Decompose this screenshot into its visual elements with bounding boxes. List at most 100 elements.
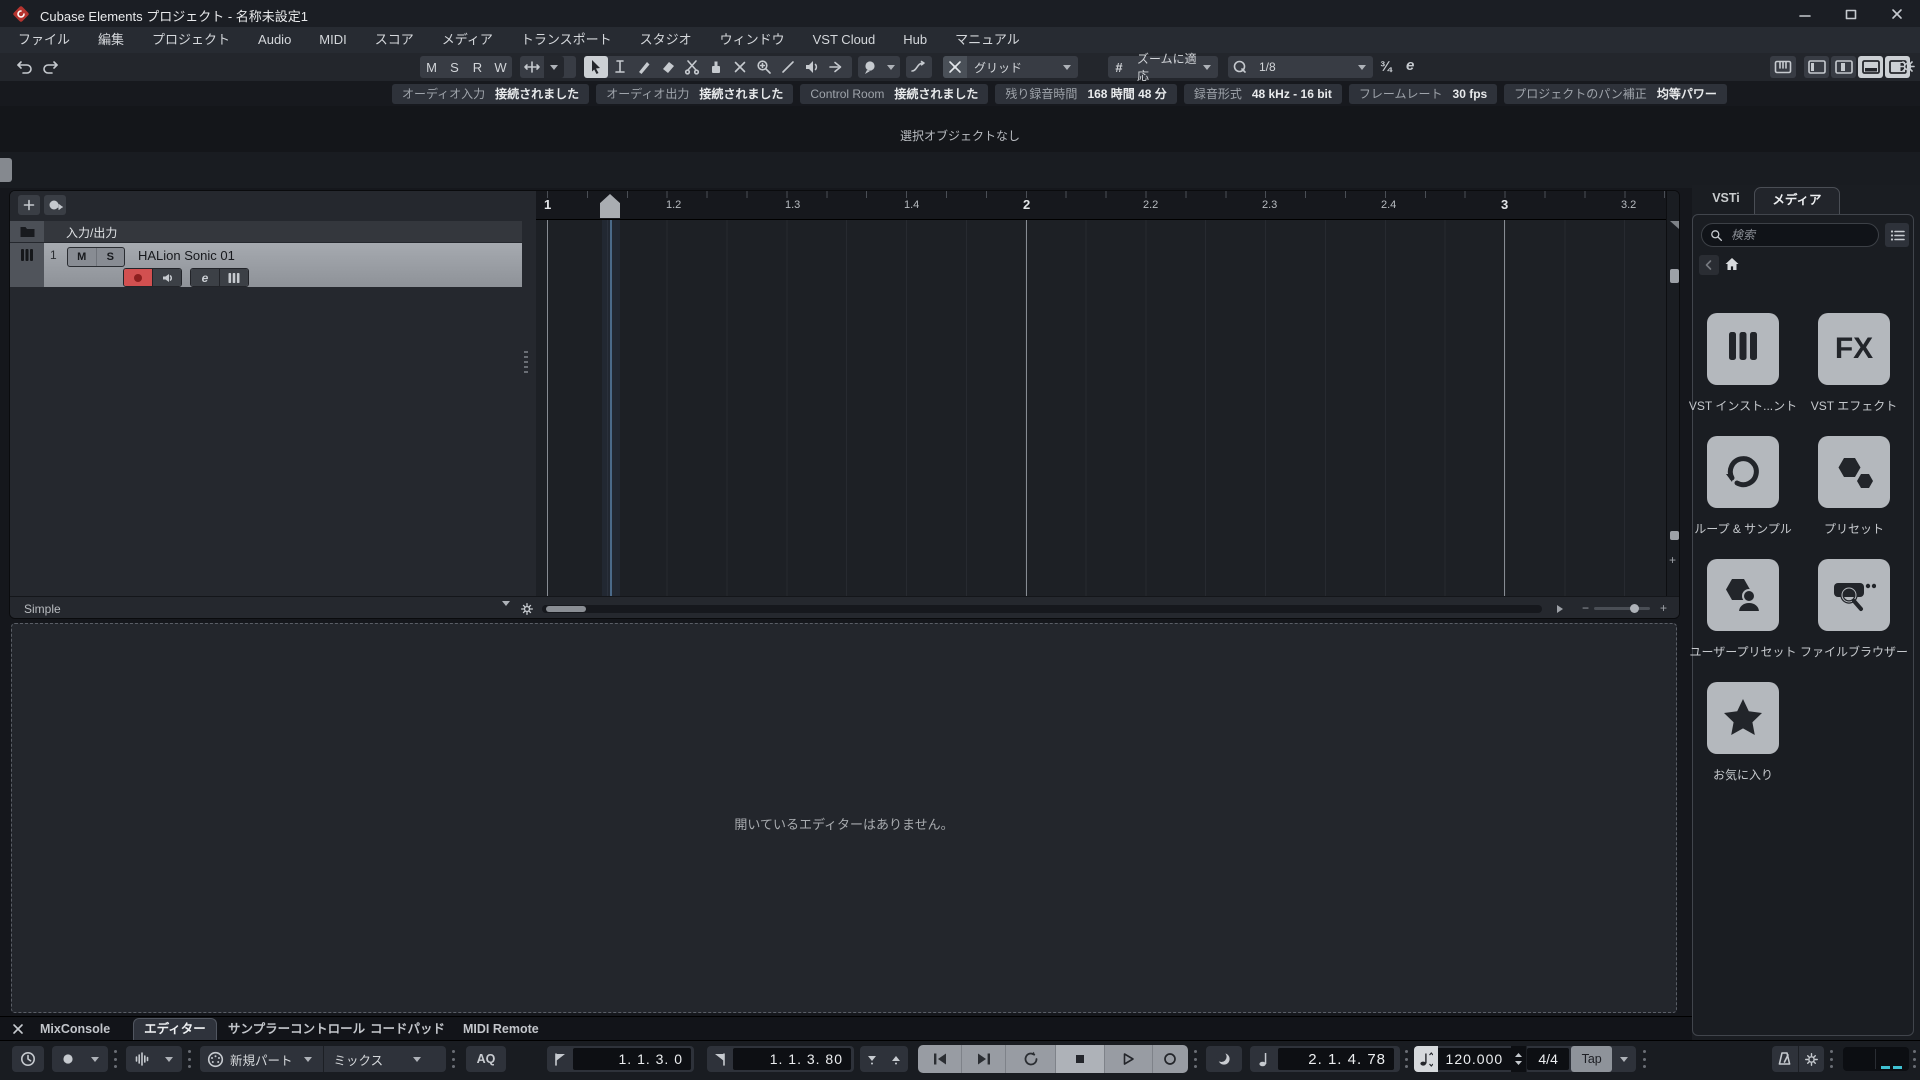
- range-tool-button[interactable]: [608, 56, 632, 78]
- track-mute-button[interactable]: M: [68, 248, 97, 266]
- punch-points-button[interactable]: [884, 1046, 908, 1072]
- cycle-button[interactable]: [1006, 1045, 1057, 1073]
- setup-toolbar-button[interactable]: [1899, 58, 1916, 75]
- snap-type-dropdown[interactable]: グリッド: [967, 59, 1078, 76]
- media-search-box[interactable]: [1701, 223, 1879, 247]
- tile-loops-samples[interactable]: [1707, 436, 1779, 508]
- right-locator-group[interactable]: 1. 1. 3. 80: [707, 1046, 854, 1072]
- midi-record-mode-group[interactable]: 新規パート ミックス: [200, 1046, 446, 1072]
- tile-presets[interactable]: [1818, 436, 1890, 508]
- tap-tempo-button[interactable]: Tap: [1570, 1046, 1613, 1072]
- time-display-group[interactable]: 2. 1. 4. 78: [1250, 1046, 1400, 1072]
- kebab-dots[interactable]: [1830, 1050, 1834, 1068]
- audio-record-mode-group[interactable]: [126, 1046, 182, 1072]
- zoom-slider-handle[interactable]: [1630, 604, 1639, 613]
- left-locator-value[interactable]: 1. 1. 3. 0: [573, 1048, 691, 1070]
- menu-edit[interactable]: 編集: [84, 27, 138, 53]
- menu-project[interactable]: プロジェクト: [138, 27, 244, 53]
- tempo-track-button[interactable]: [1414, 1046, 1438, 1072]
- track-list-splitter[interactable]: [523, 351, 529, 379]
- info-record-time[interactable]: 残り録音時間 168 時間 48 分: [995, 83, 1177, 104]
- menu-media[interactable]: メディア: [428, 27, 507, 53]
- activity-clock-button[interactable]: [12, 1046, 44, 1072]
- select-tool-button[interactable]: [584, 56, 608, 78]
- info-pan-law[interactable]: プロジェクトのパン補正 均等パワー: [1504, 83, 1727, 104]
- stop-button[interactable]: [1056, 1045, 1105, 1073]
- maximize-button[interactable]: [1828, 0, 1874, 27]
- record-enable-button[interactable]: [124, 269, 152, 286]
- info-audio-input[interactable]: オーディオ入力 接続されました: [392, 83, 590, 104]
- tab-mixconsole[interactable]: MixConsole: [40, 1017, 110, 1041]
- kebab-dots[interactable]: [1194, 1050, 1198, 1068]
- left-locator-group[interactable]: 1. 1. 3. 0: [547, 1046, 694, 1072]
- horizontal-scrollbar[interactable]: [542, 605, 1542, 613]
- iterative-quantize-button[interactable]: ¾: [1380, 58, 1392, 74]
- undo-button[interactable]: [15, 58, 35, 76]
- track-preset-button[interactable]: [44, 195, 66, 215]
- kebab-dots[interactable]: [188, 1050, 192, 1068]
- time-signature-value[interactable]: 4/4: [1527, 1048, 1569, 1070]
- toggle-inspector-button[interactable]: [1831, 56, 1856, 78]
- play-button[interactable]: [1105, 1045, 1153, 1073]
- event-display[interactable]: 1 1.2 1.3 1.4 2 2.2 2.3 2.4 3 3.2: [536, 191, 1666, 596]
- tab-vsti[interactable]: VSTi: [1700, 191, 1752, 205]
- auto-scroll-button[interactable]: [520, 56, 544, 78]
- tile-file-browser[interactable]: [1818, 559, 1890, 631]
- menu-hub[interactable]: Hub: [889, 27, 941, 53]
- tempo-dropdown[interactable]: [1612, 1046, 1636, 1072]
- horizontal-scroll-handle[interactable]: [546, 606, 586, 612]
- menu-score[interactable]: スコア: [361, 27, 428, 53]
- loop-feedback-button[interactable]: [858, 56, 882, 78]
- snap-on-off-button[interactable]: [943, 56, 967, 78]
- kebab-dots[interactable]: [1405, 1050, 1409, 1068]
- event-grid[interactable]: [536, 219, 1666, 596]
- toggle-left-zone-button[interactable]: [1804, 56, 1829, 78]
- precount-click-button[interactable]: [1206, 1046, 1242, 1072]
- menu-vst-cloud[interactable]: VST Cloud: [799, 27, 890, 53]
- close-button[interactable]: [1874, 0, 1920, 27]
- info-audio-output[interactable]: オーディオ出力 接続されました: [596, 83, 794, 104]
- instrument-track-row[interactable]: 1 M S HALion Sonic 01 e: [10, 243, 522, 287]
- metronome-button[interactable]: [1772, 1046, 1798, 1072]
- record-button[interactable]: [1153, 1045, 1188, 1073]
- vertical-scroll-handle[interactable]: [1670, 269, 1679, 283]
- open-quantize-panel-button[interactable]: e: [1406, 57, 1414, 74]
- quantize-preset-dropdown[interactable]: 1/8: [1252, 60, 1373, 74]
- right-locator-value[interactable]: 1. 1. 3. 80: [733, 1048, 851, 1070]
- midi-record-mode-dropdown[interactable]: [293, 1046, 323, 1072]
- zoom-tri-icon[interactable]: [1670, 221, 1679, 229]
- mute-tool-button[interactable]: [728, 56, 752, 78]
- tile-favorites[interactable]: [1707, 682, 1779, 754]
- zoom-in-button[interactable]: +: [1660, 601, 1667, 615]
- close-lower-zone-icon[interactable]: [12, 1023, 24, 1035]
- track-setup-gear-icon[interactable]: [520, 602, 534, 616]
- tempo-spinner[interactable]: [1511, 1046, 1526, 1072]
- tile-vst-effects[interactable]: FX: [1818, 313, 1890, 385]
- menu-transport[interactable]: トランスポート: [507, 27, 626, 53]
- loop-feedback-dropdown[interactable]: [882, 56, 900, 78]
- preset-dropdown-caret[interactable]: [502, 601, 510, 618]
- toggle-lower-zone-button[interactable]: [1858, 56, 1883, 78]
- go-to-end-button[interactable]: [962, 1045, 1007, 1073]
- record-mode-dropdown[interactable]: [84, 1046, 106, 1072]
- write-automation-button[interactable]: W: [489, 56, 512, 78]
- audio-record-mode-dropdown[interactable]: [158, 1046, 180, 1072]
- erase-tool-button[interactable]: [656, 56, 680, 78]
- menu-window[interactable]: ウィンドウ: [706, 27, 799, 53]
- tab-editor[interactable]: エディター: [133, 1018, 217, 1041]
- monitor-button[interactable]: [152, 269, 181, 286]
- scrub-tool-button[interactable]: [824, 56, 848, 78]
- zoom-tool-button[interactable]: [752, 56, 776, 78]
- tab-sampler-control[interactable]: サンプラーコントロール: [228, 1017, 365, 1041]
- search-input[interactable]: [1729, 227, 1853, 243]
- back-button[interactable]: [1699, 255, 1719, 275]
- zoom-slider[interactable]: [1594, 604, 1650, 613]
- info-control-room[interactable]: Control Room 接続されました: [800, 83, 989, 104]
- read-automation-button[interactable]: R: [466, 56, 489, 78]
- tab-chord-pads[interactable]: コードパッド: [370, 1017, 445, 1041]
- menu-manual[interactable]: マニュアル: [941, 27, 1034, 53]
- timeline-ruler[interactable]: 1 1.2 1.3 1.4 2 2.2 2.3 2.4 3 3.2: [536, 191, 1666, 220]
- menu-audio[interactable]: Audio: [244, 27, 305, 53]
- menu-studio[interactable]: スタジオ: [626, 27, 706, 53]
- tile-user-presets[interactable]: [1707, 559, 1779, 631]
